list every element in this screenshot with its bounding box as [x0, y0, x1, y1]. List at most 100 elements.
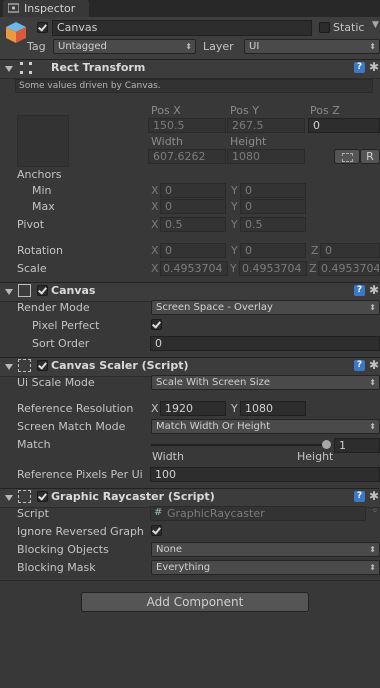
min-x-field[interactable]: 0: [160, 183, 226, 198]
canvas-enabled-checkbox[interactable]: [37, 285, 48, 296]
pivot-x-label: X: [151, 218, 159, 231]
canvas-title: Canvas: [51, 284, 96, 297]
pivot-x-field[interactable]: 0.5: [160, 217, 226, 232]
sort-order-label: Sort Order: [32, 337, 90, 350]
pos-x-label: Pos X: [151, 104, 181, 117]
tab-label: Inspector: [24, 2, 76, 15]
script-object-field[interactable]: GraphicRaycaster: [150, 506, 366, 521]
foldout-arrow-icon[interactable]: [5, 495, 13, 501]
screen-match-mode-dropdown[interactable]: Match Width Or Height ⬍: [151, 419, 380, 434]
ref-x-field[interactable]: 1920: [160, 401, 226, 416]
active-checkbox[interactable]: [37, 22, 48, 33]
canvas-scaler-title: Canvas Scaler (Script): [51, 359, 189, 372]
foldout-arrow-icon[interactable]: [5, 289, 13, 295]
ignore-reversed-checkbox[interactable]: [151, 525, 162, 536]
help-icon[interactable]: ?: [354, 491, 365, 502]
gear-icon[interactable]: ✱: [369, 61, 379, 73]
sort-order-field[interactable]: 0: [150, 336, 380, 351]
gear-icon[interactable]: ✱: [369, 490, 379, 502]
height-field[interactable]: 1080: [227, 149, 305, 164]
pivot-y-label: Y: [231, 218, 238, 231]
updown-icon: ⬍: [369, 378, 376, 387]
width-label: Width: [151, 135, 183, 148]
canvas-scaler-enabled-checkbox[interactable]: [37, 360, 48, 371]
scale-x-field[interactable]: 0.4953704: [160, 261, 228, 276]
scale-y-field[interactable]: 0.4953704: [239, 261, 307, 276]
scale-z-field[interactable]: 0.4953704: [318, 261, 380, 276]
reference-resolution-label: Reference Resolution: [17, 402, 134, 415]
canvas-icon: [18, 284, 31, 297]
driven-note: Some values driven by Canvas.: [15, 79, 373, 93]
pivot-y-field[interactable]: 0.5: [240, 217, 306, 232]
pos-y-field[interactable]: 267.5: [227, 118, 305, 133]
updown-icon: ⬍: [369, 303, 376, 312]
rect-transform-icon: [20, 62, 32, 74]
render-mode-label: Render Mode: [17, 301, 90, 314]
blocking-objects-label: Blocking Objects: [17, 543, 109, 556]
pos-x-field[interactable]: 150.5: [148, 118, 226, 133]
raycaster-enabled-checkbox[interactable]: [37, 491, 48, 502]
match-width-label: Width: [152, 450, 184, 463]
add-component-button[interactable]: Add Component: [81, 592, 309, 612]
updown-icon: ⬍: [185, 42, 192, 51]
pixel-perfect-checkbox[interactable]: [151, 319, 162, 330]
rot-x-label: X: [151, 244, 159, 257]
updown-icon: ⬍: [369, 42, 376, 51]
min-y-label: Y: [231, 184, 238, 197]
object-picker-icon[interactable]: ◦: [372, 506, 378, 517]
static-label: Static: [333, 21, 365, 34]
gameobject-icon: [6, 22, 26, 43]
name-field[interactable]: Canvas: [52, 20, 312, 36]
rotation-label: Rotation: [17, 244, 64, 257]
max-y-field[interactable]: 0: [240, 199, 306, 214]
match-value-field[interactable]: 1: [334, 438, 380, 453]
blocking-mask-label: Blocking Mask: [17, 561, 96, 574]
max-x-field[interactable]: 0: [160, 199, 226, 214]
pos-z-field[interactable]: 0: [308, 118, 380, 133]
rot-y-label: Y: [231, 244, 238, 257]
script-icon: [18, 490, 31, 503]
foldout-arrow-icon[interactable]: [5, 66, 13, 72]
layer-label: Layer: [203, 40, 234, 53]
height-label: Height: [230, 135, 267, 148]
min-y-field[interactable]: 0: [240, 183, 306, 198]
foldout-arrow-icon[interactable]: [5, 364, 13, 370]
ui-scale-mode-dropdown[interactable]: Scale With Screen Size ⬍: [151, 375, 380, 390]
static-dropdown-icon[interactable]: ▼: [372, 20, 379, 30]
help-icon[interactable]: ?: [354, 285, 365, 296]
help-icon[interactable]: ?: [354, 360, 365, 371]
rot-x-field[interactable]: 0: [160, 243, 226, 258]
gear-icon[interactable]: ✱: [369, 284, 379, 296]
max-x-label: X: [151, 200, 159, 213]
graphic-raycaster-title: Graphic Raycaster (Script): [51, 490, 215, 503]
scale-label: Scale: [17, 262, 47, 275]
ref-x-label: X: [151, 402, 159, 415]
pos-z-label: Pos Z: [310, 104, 340, 117]
updown-icon: ⬍: [369, 563, 376, 572]
rot-y-field[interactable]: 0: [240, 243, 306, 258]
ref-y-field[interactable]: 1080: [240, 401, 306, 416]
render-mode-dropdown[interactable]: Screen Space - Overlay ⬍: [151, 300, 380, 315]
blocking-objects-dropdown[interactable]: None ⬍: [151, 542, 380, 557]
width-field[interactable]: 607.6262: [148, 149, 226, 164]
ref-pixels-label: Reference Pixels Per Ui: [17, 468, 143, 481]
anchor-presets-button[interactable]: [17, 115, 69, 167]
blocking-mask-dropdown[interactable]: Everything ⬍: [151, 560, 380, 575]
scale-x-label: X: [151, 262, 159, 275]
ignore-reversed-label: Ignore Reversed Graph: [17, 525, 144, 538]
layer-dropdown[interactable]: UI ⬍: [244, 39, 380, 54]
match-slider-thumb[interactable]: [321, 440, 331, 449]
help-icon[interactable]: ?: [354, 62, 365, 73]
static-checkbox[interactable]: [319, 22, 330, 33]
rot-z-field[interactable]: 0: [320, 243, 380, 258]
screen-match-mode-label: Screen Match Mode: [17, 420, 126, 433]
max-label: Max: [32, 200, 55, 213]
blueprint-mode-button[interactable]: [334, 149, 360, 164]
match-slider-track[interactable]: [151, 444, 326, 446]
gear-icon[interactable]: ✱: [369, 359, 379, 371]
tag-dropdown[interactable]: Untagged ⬍: [53, 39, 196, 54]
anchors-label[interactable]: Anchors: [17, 168, 62, 181]
updown-icon: ⬍: [369, 545, 376, 554]
raw-edit-button[interactable]: R: [360, 149, 380, 164]
ref-pixels-field[interactable]: 100: [150, 467, 380, 482]
